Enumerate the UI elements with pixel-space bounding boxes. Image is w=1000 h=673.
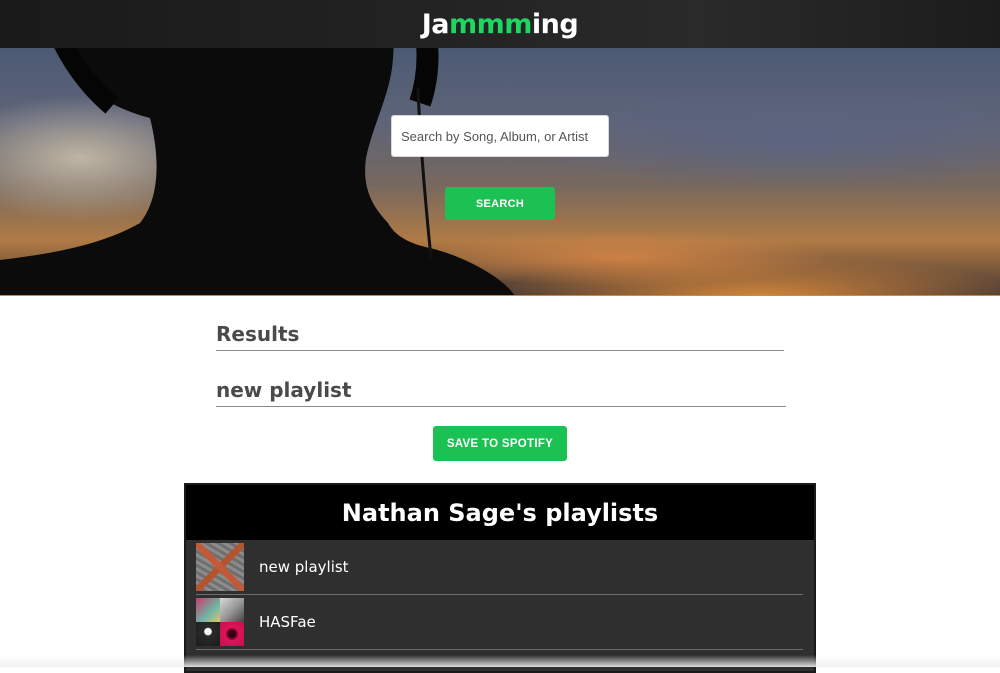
playlist-name-field[interactable]: new playlist bbox=[216, 378, 786, 407]
headphone-silhouette-image bbox=[0, 48, 515, 295]
user-playlists-title: Nathan Sage's playlists bbox=[341, 498, 659, 527]
cover-tile bbox=[196, 598, 220, 622]
user-playlists-panel: Nathan Sage's playlists new playlist HAS… bbox=[184, 483, 816, 673]
search-button[interactable]: SEARCH bbox=[445, 187, 555, 220]
playlist-item-label: new playlist bbox=[259, 558, 349, 576]
hero-search-section: SEARCH bbox=[0, 48, 1000, 296]
cover-tile bbox=[220, 598, 244, 622]
logo-text-accent: mmm bbox=[449, 8, 532, 40]
playlist-list-item[interactable]: HASFae bbox=[196, 595, 803, 650]
app-header: Jammming bbox=[0, 0, 1000, 48]
logo-text-suffix: ing bbox=[531, 8, 579, 40]
app-logo: Jammming bbox=[421, 8, 579, 40]
playlist-cover-image bbox=[196, 598, 244, 646]
results-heading: Results bbox=[216, 322, 784, 351]
search-input[interactable] bbox=[391, 115, 609, 157]
save-to-spotify-button[interactable]: SAVE TO SPOTIFY bbox=[433, 426, 567, 461]
cover-tile bbox=[220, 622, 244, 646]
logo-text-prefix: Ja bbox=[421, 8, 450, 40]
playlist-cover-image bbox=[196, 543, 244, 591]
playlist-list-item[interactable]: new playlist bbox=[196, 540, 803, 595]
user-playlists-header: Nathan Sage's playlists bbox=[186, 485, 814, 540]
playlist-item-label: HASFae bbox=[259, 613, 316, 631]
page-bottom-edge bbox=[0, 655, 1000, 667]
cover-tile bbox=[196, 622, 220, 646]
